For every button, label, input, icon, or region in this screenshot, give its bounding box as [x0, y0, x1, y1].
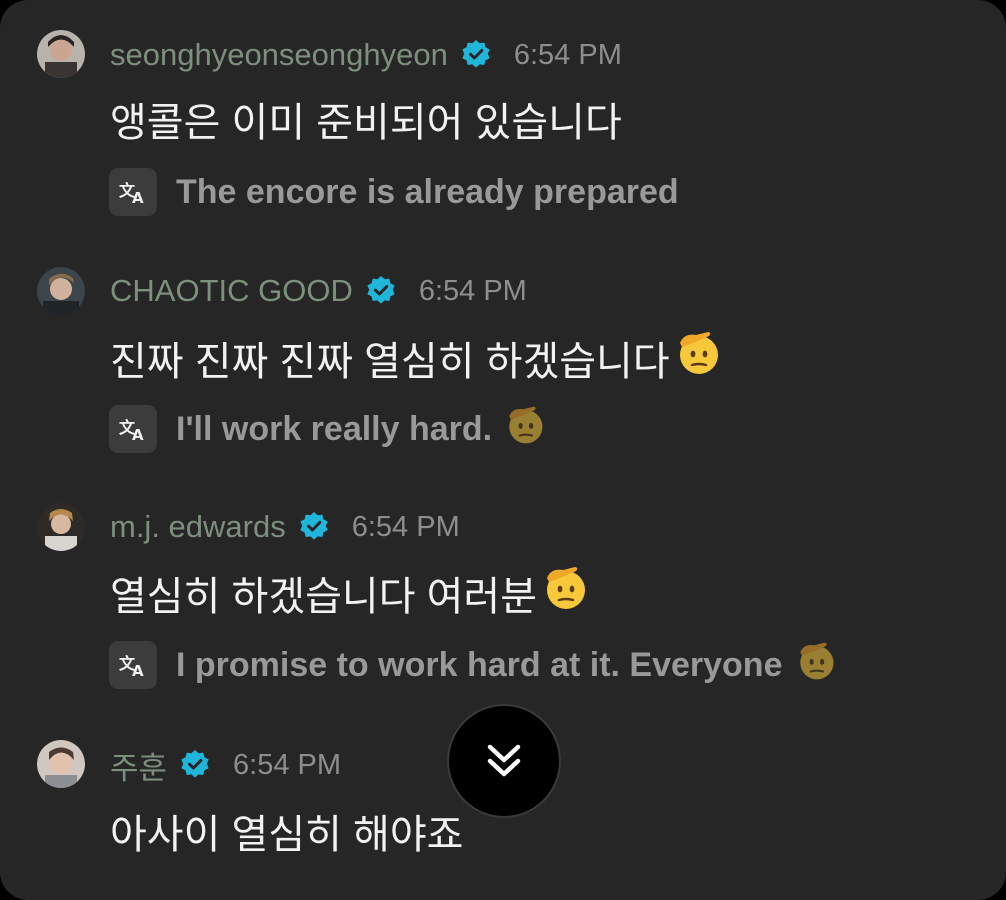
- saluting-face-emoji: [795, 640, 837, 691]
- message-text: 열심히 하겠습니다 여러분: [110, 567, 589, 619]
- saluting-face-emoji: [504, 404, 546, 455]
- message-text-content: 앵콜은 이미 준비되어 있습니다: [110, 101, 622, 145]
- avatar[interactable]: [37, 740, 85, 788]
- timestamp: 6:54 PM: [233, 748, 342, 781]
- message-text-content: 아사이 열심히 해야죠: [110, 813, 464, 857]
- translate-button[interactable]: 文 A: [109, 168, 157, 216]
- verified-badge-icon: [365, 275, 397, 307]
- translation-text: I promise to work hard at it. Everyone: [176, 640, 837, 691]
- avatar[interactable]: [37, 503, 85, 551]
- avatar[interactable]: [37, 267, 85, 315]
- translation-row: 文 A I'll work really hard.: [109, 405, 546, 453]
- message-text: 앵콜은 이미 준비되어 있습니다: [110, 95, 622, 145]
- username[interactable]: CHAOTIC GOOD: [110, 273, 353, 309]
- svg-text:A: A: [132, 662, 144, 680]
- avatar[interactable]: [37, 30, 85, 78]
- verified-badge-icon: [460, 39, 492, 71]
- translation-text: The encore is already prepared: [176, 172, 679, 211]
- username[interactable]: m.j. edwards: [110, 509, 286, 545]
- translate-icon: 文 A: [119, 654, 144, 680]
- translate-button[interactable]: 文 A: [109, 641, 157, 689]
- message-text-content: 열심히 하겠습니다 여러분: [110, 575, 538, 619]
- chat-panel: seonghyeonseonghyeon 6:54 PM 앵콜은 이미 준비되어…: [0, 0, 1006, 900]
- svg-text:A: A: [132, 426, 144, 444]
- verified-badge-icon: [179, 749, 211, 781]
- translation-text: I'll work really hard.: [176, 404, 546, 455]
- timestamp: 6:54 PM: [351, 510, 460, 543]
- username[interactable]: seonghyeonseonghyeon: [110, 37, 448, 73]
- message-text: 진짜 진짜 진짜 열심히 하겠습니다: [110, 332, 722, 384]
- username[interactable]: 주훈: [110, 743, 167, 788]
- translation-row: 文 A I promise to work hard at it. Everyo…: [109, 641, 837, 689]
- translation-row: 文 A The encore is already prepared: [109, 168, 679, 216]
- message-text: 아사이 열심히 해야죠: [110, 805, 463, 857]
- timestamp: 6:54 PM: [418, 274, 527, 307]
- translate-icon: 文 A: [119, 181, 144, 207]
- translate-button[interactable]: 文 A: [109, 405, 157, 453]
- scroll-to-bottom-button[interactable]: [447, 704, 561, 818]
- translate-icon: 文 A: [119, 418, 144, 444]
- verified-badge-icon: [298, 511, 330, 543]
- message-text-content: 진짜 진짜 진짜 열심히 하겠습니다: [110, 340, 670, 384]
- double-chevron-down-icon: [487, 744, 521, 777]
- translation-text-content: I'll work really hard.: [176, 409, 493, 448]
- timestamp: 6:54 PM: [513, 38, 622, 71]
- svg-text:A: A: [132, 189, 144, 207]
- saluting-face-emoji: [674, 329, 722, 387]
- translation-text-content: I promise to work hard at it. Everyone: [176, 645, 783, 684]
- saluting-face-emoji: [541, 564, 589, 622]
